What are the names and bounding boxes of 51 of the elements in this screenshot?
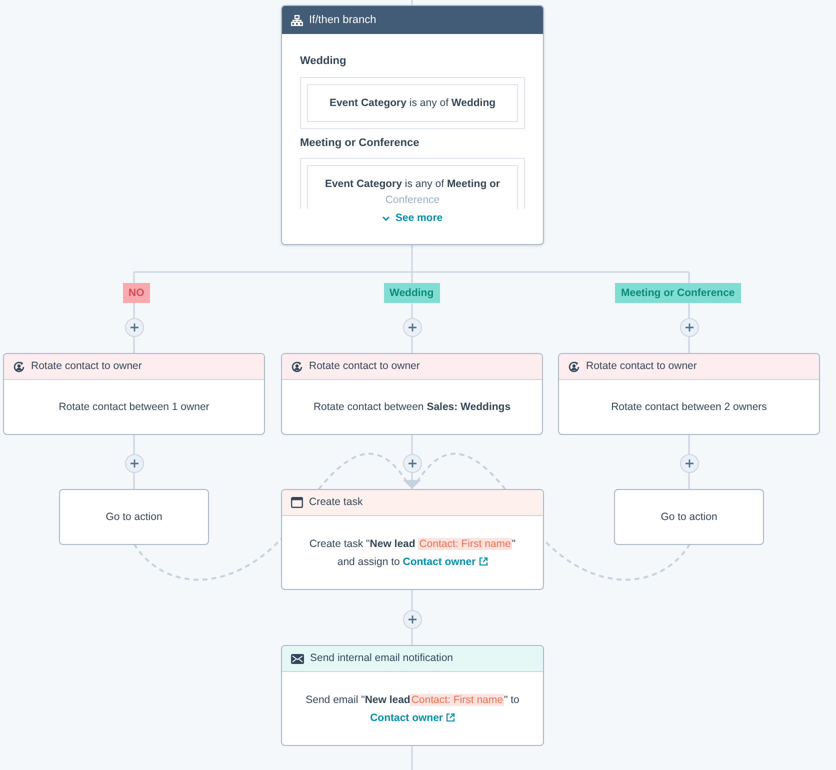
see-more-link[interactable]: See more (382, 211, 443, 227)
action-title: Rotate contact to owner (309, 358, 420, 374)
condition-text: Event Category is any of Wedding (328, 96, 497, 110)
action-description: Create task "New lead Contact: First name" and assign to Contact owner (309, 536, 516, 570)
add-step-button[interactable] (680, 454, 698, 472)
condition-text: Event Category is any of Meeting or (324, 177, 501, 192)
external-link-icon (446, 712, 455, 722)
action-description: Rotate contact between Sales: Weddings (313, 400, 511, 415)
connector-line (411, 0, 413, 6)
action-title: Send internal email notification (310, 650, 454, 666)
action-description: Go to action (660, 510, 718, 525)
branch-label: Meeting or Conference (300, 136, 420, 150)
branch-label: Wedding (300, 54, 348, 69)
action-description: Rotate contact between 2 owners (611, 400, 767, 415)
branch-title: If/then branch (309, 12, 376, 28)
action-description: Go to action (106, 510, 162, 525)
person-rotate-icon (291, 360, 303, 372)
plus-icon (130, 322, 138, 332)
add-step-button[interactable] (124, 454, 144, 472)
envelope-icon (291, 654, 304, 664)
add-step-button[interactable] (402, 610, 422, 628)
property-token: Contact: First name (418, 538, 512, 550)
add-step-button[interactable] (124, 318, 144, 336)
plus-icon (684, 458, 694, 468)
plus-icon (408, 458, 416, 468)
add-step-button[interactable] (402, 454, 422, 472)
branch-icon (291, 14, 303, 26)
person-rotate-icon (568, 360, 580, 372)
external-link-icon (478, 556, 488, 566)
contact-owner-link[interactable]: Contact owner (370, 712, 455, 724)
faded-condition-text: Conference (384, 193, 441, 207)
plus-icon (408, 322, 416, 332)
add-step-button[interactable] (402, 318, 422, 336)
branch-tag: NO (122, 283, 150, 303)
action-description: Rotate contact between 1 owner (58, 400, 210, 415)
window-icon (291, 497, 303, 508)
action-title: Rotate contact to owner (31, 358, 142, 374)
plus-icon (130, 458, 138, 468)
person-rotate-icon (13, 360, 25, 372)
plus-icon (408, 614, 416, 624)
action-description: Send email "New leadContact: First name" to Contact owner (306, 692, 520, 726)
branch-tag: Meeting or Conference (615, 283, 741, 303)
connector-line (411, 746, 413, 770)
add-step-button[interactable] (680, 318, 698, 336)
action-title: Create task (309, 494, 363, 510)
branch-tag: Wedding (384, 283, 440, 303)
contact-owner-link[interactable]: Contact owner (402, 556, 488, 568)
chevron-down-icon (382, 216, 390, 222)
property-token: Contact: First name (410, 694, 504, 706)
plus-icon (684, 322, 694, 332)
action-title: Rotate contact to owner (586, 358, 697, 374)
